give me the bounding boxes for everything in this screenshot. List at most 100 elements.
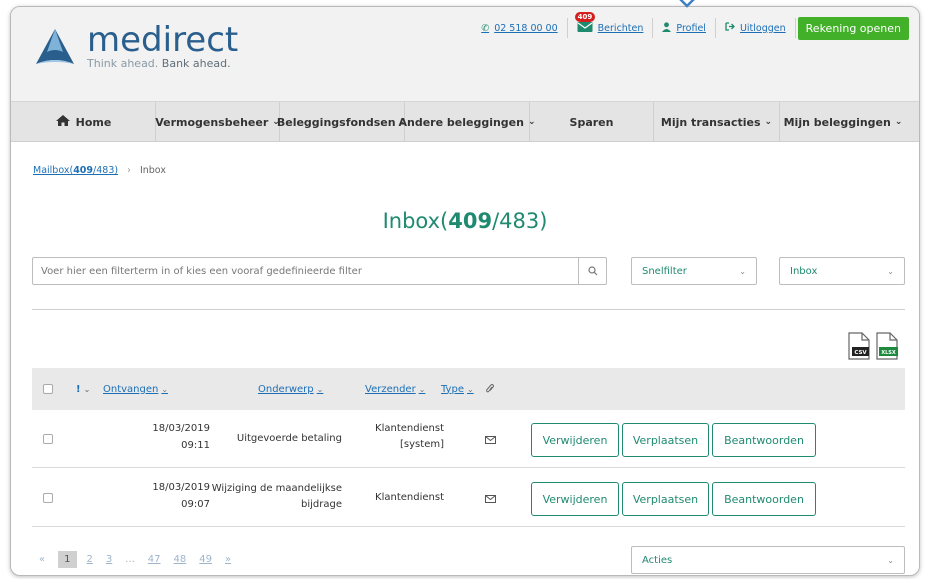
search-button[interactable] xyxy=(578,258,606,284)
open-account-button[interactable]: Rekening openen xyxy=(797,16,909,40)
attachment-header[interactable] xyxy=(486,368,494,410)
nav-label-mijn-beleggingen: Mijn beleggingen xyxy=(783,115,891,129)
mail-icon xyxy=(485,495,496,503)
table-row[interactable]: 18/03/2019 09:11 Uitgevoerde betaling Kl… xyxy=(32,410,905,468)
xlsx-export-icon[interactable]: XLSX xyxy=(875,332,899,360)
pagination: « 1 2 3 ... 47 48 49 » xyxy=(39,551,244,568)
delete-button[interactable]: Verwijderen xyxy=(531,423,619,457)
received-time: 09:07 xyxy=(181,499,210,510)
received-time: 09:11 xyxy=(181,440,210,451)
filter-input[interactable] xyxy=(33,258,578,284)
phone-link[interactable]: ✆ 02 518 00 00 xyxy=(472,18,568,38)
sender-cell: Klantendienst [system] xyxy=(352,421,444,453)
type-header-label: Type xyxy=(441,383,464,395)
tagline-part1: Think ahead. xyxy=(87,57,162,70)
pagination-page[interactable]: 47 xyxy=(148,554,161,565)
type-header[interactable]: Type ⌄ xyxy=(441,368,474,410)
subject-line: bijdrage xyxy=(301,499,342,510)
pagination-page[interactable]: 49 xyxy=(199,554,212,565)
bulk-actions-select[interactable]: Acties ⌄ xyxy=(631,546,905,574)
checkbox xyxy=(43,384,53,394)
pointer-caret-icon xyxy=(679,0,695,8)
page-title: Inbox(409/483) xyxy=(11,209,919,233)
subject-header-label: Onderwerp xyxy=(258,383,314,395)
sender-line: [system] xyxy=(400,439,444,450)
table-header: ! ⌄ Ontvangen ⌄ Onderwerp ⌄ Verzender ⌄ Type… xyxy=(32,368,905,410)
logo-wordmark-direct: direct xyxy=(141,20,239,60)
move-button[interactable]: Verplaatsen xyxy=(622,482,709,516)
quickfilter-value: Snelfilter xyxy=(642,265,687,277)
logo-wordmark-me: me xyxy=(87,20,142,60)
nav-item-sparen[interactable]: Sparen xyxy=(530,102,654,142)
nav-item-vermogensbeheer[interactable]: Vermogensbeheer ⌄ xyxy=(155,102,280,142)
nav-label-beleggingsfondsen: Beleggingsfondsen xyxy=(276,115,396,129)
mail-icon xyxy=(485,436,496,444)
chevron-down-icon: ⌄ xyxy=(466,384,474,394)
sender-header[interactable]: Verzender ⌄ xyxy=(365,368,425,410)
logout-link[interactable]: Uitloggen xyxy=(716,18,796,38)
delete-button[interactable]: Verwijderen xyxy=(531,482,619,516)
nav-label-vermogensbeheer: Vermogensbeheer xyxy=(155,115,269,129)
subject-cell: Uitgevoerde betaling xyxy=(222,431,342,447)
bulk-actions-value: Acties xyxy=(642,554,673,566)
breadcrumb-current: Inbox xyxy=(139,165,166,176)
pagination-next[interactable]: » xyxy=(225,554,231,565)
table-row[interactable]: 18/03/2019 09:07 Wijziging de maandelijk… xyxy=(32,469,905,527)
priority-header-label: ! xyxy=(76,383,81,395)
chevron-down-icon: ⌄ xyxy=(83,384,91,394)
pagination-page[interactable]: 3 xyxy=(106,554,112,565)
select-all-checkbox[interactable] xyxy=(43,368,53,410)
nav-item-beleggingsfondsen[interactable]: Beleggingsfondsen ⌄ xyxy=(276,102,407,142)
sender-line: Klantendienst xyxy=(375,423,444,434)
profile-link[interactable]: Profiel xyxy=(653,18,716,38)
row-checkbox[interactable] xyxy=(43,434,53,444)
pagination-prev[interactable]: « xyxy=(39,554,45,565)
pagination-page[interactable]: 2 xyxy=(87,554,93,565)
nav-item-andere-beleggingen[interactable]: Andere beleggingen ⌄ xyxy=(398,102,536,142)
csv-label: CSV xyxy=(854,350,867,356)
phone-number: 02 518 00 00 xyxy=(494,22,558,34)
messages-link[interactable]: 409 Berichten xyxy=(568,11,654,38)
logo-mark-icon xyxy=(36,28,74,64)
chevron-down-icon: ⌄ xyxy=(739,266,746,276)
nav-item-mijn-transacties[interactable]: Mijn transacties ⌄ xyxy=(654,102,780,142)
profile-label: Profiel xyxy=(676,22,706,34)
priority-header[interactable]: ! ⌄ xyxy=(76,368,90,410)
move-button[interactable]: Verplaatsen xyxy=(622,423,709,457)
title-suffix: /483) xyxy=(492,209,548,233)
received-header[interactable]: Ontvangen ⌄ xyxy=(103,368,168,410)
quickfilter-select[interactable]: Snelfilter ⌄ xyxy=(631,257,757,285)
xlsx-label: XLSX xyxy=(881,350,896,356)
user-icon xyxy=(662,21,672,35)
nav-item-home[interactable]: Home xyxy=(11,102,156,142)
main-nav: Home Vermogensbeheer ⌄ Beleggingsfondsen ⌄… xyxy=(11,102,919,142)
received-date: 18/03/2019 xyxy=(152,482,210,493)
reply-button[interactable]: Beantwoorden xyxy=(712,423,816,457)
paperclip-icon xyxy=(486,384,494,393)
folder-select[interactable]: Inbox ⌄ xyxy=(779,257,905,285)
chevron-down-icon: ⌄ xyxy=(887,555,894,565)
reply-button[interactable]: Beantwoorden xyxy=(712,482,816,516)
logout-label: Uitloggen xyxy=(739,22,786,34)
nav-label-home: Home xyxy=(75,115,112,129)
nav-label-andere-beleggingen: Andere beleggingen xyxy=(398,115,524,129)
csv-export-icon[interactable]: CSV xyxy=(847,332,871,360)
envelope-icon: 409 xyxy=(574,11,596,36)
folder-value: Inbox xyxy=(790,265,818,277)
breadcrumb-mailbox[interactable]: Mailbox(409/483) xyxy=(33,165,118,176)
sender-cell: Klantendienst xyxy=(352,490,444,506)
home-icon xyxy=(55,114,71,130)
nav-item-mijn-beleggingen[interactable]: Mijn beleggingen ⌄ xyxy=(780,102,906,142)
pagination-page[interactable]: 48 xyxy=(174,554,187,565)
chevron-down-icon: ⌄ xyxy=(764,117,773,127)
breadcrumb-mailbox-prefix: Mailbox( xyxy=(33,165,74,176)
breadcrumb-mailbox-total: /483) xyxy=(93,165,119,176)
logo-text: medirect Think ahead. Bank ahead. xyxy=(87,23,238,70)
row-checkbox[interactable] xyxy=(43,493,53,503)
sender-header-label: Verzender xyxy=(365,383,416,395)
subject-line: Uitgevoerde betaling xyxy=(236,433,342,444)
medirect-logo[interactable]: medirect Think ahead. Bank ahead. xyxy=(33,23,238,70)
search-icon xyxy=(587,266,597,276)
pagination-page-current[interactable]: 1 xyxy=(58,551,77,568)
subject-header[interactable]: Onderwerp ⌄ xyxy=(258,368,323,410)
